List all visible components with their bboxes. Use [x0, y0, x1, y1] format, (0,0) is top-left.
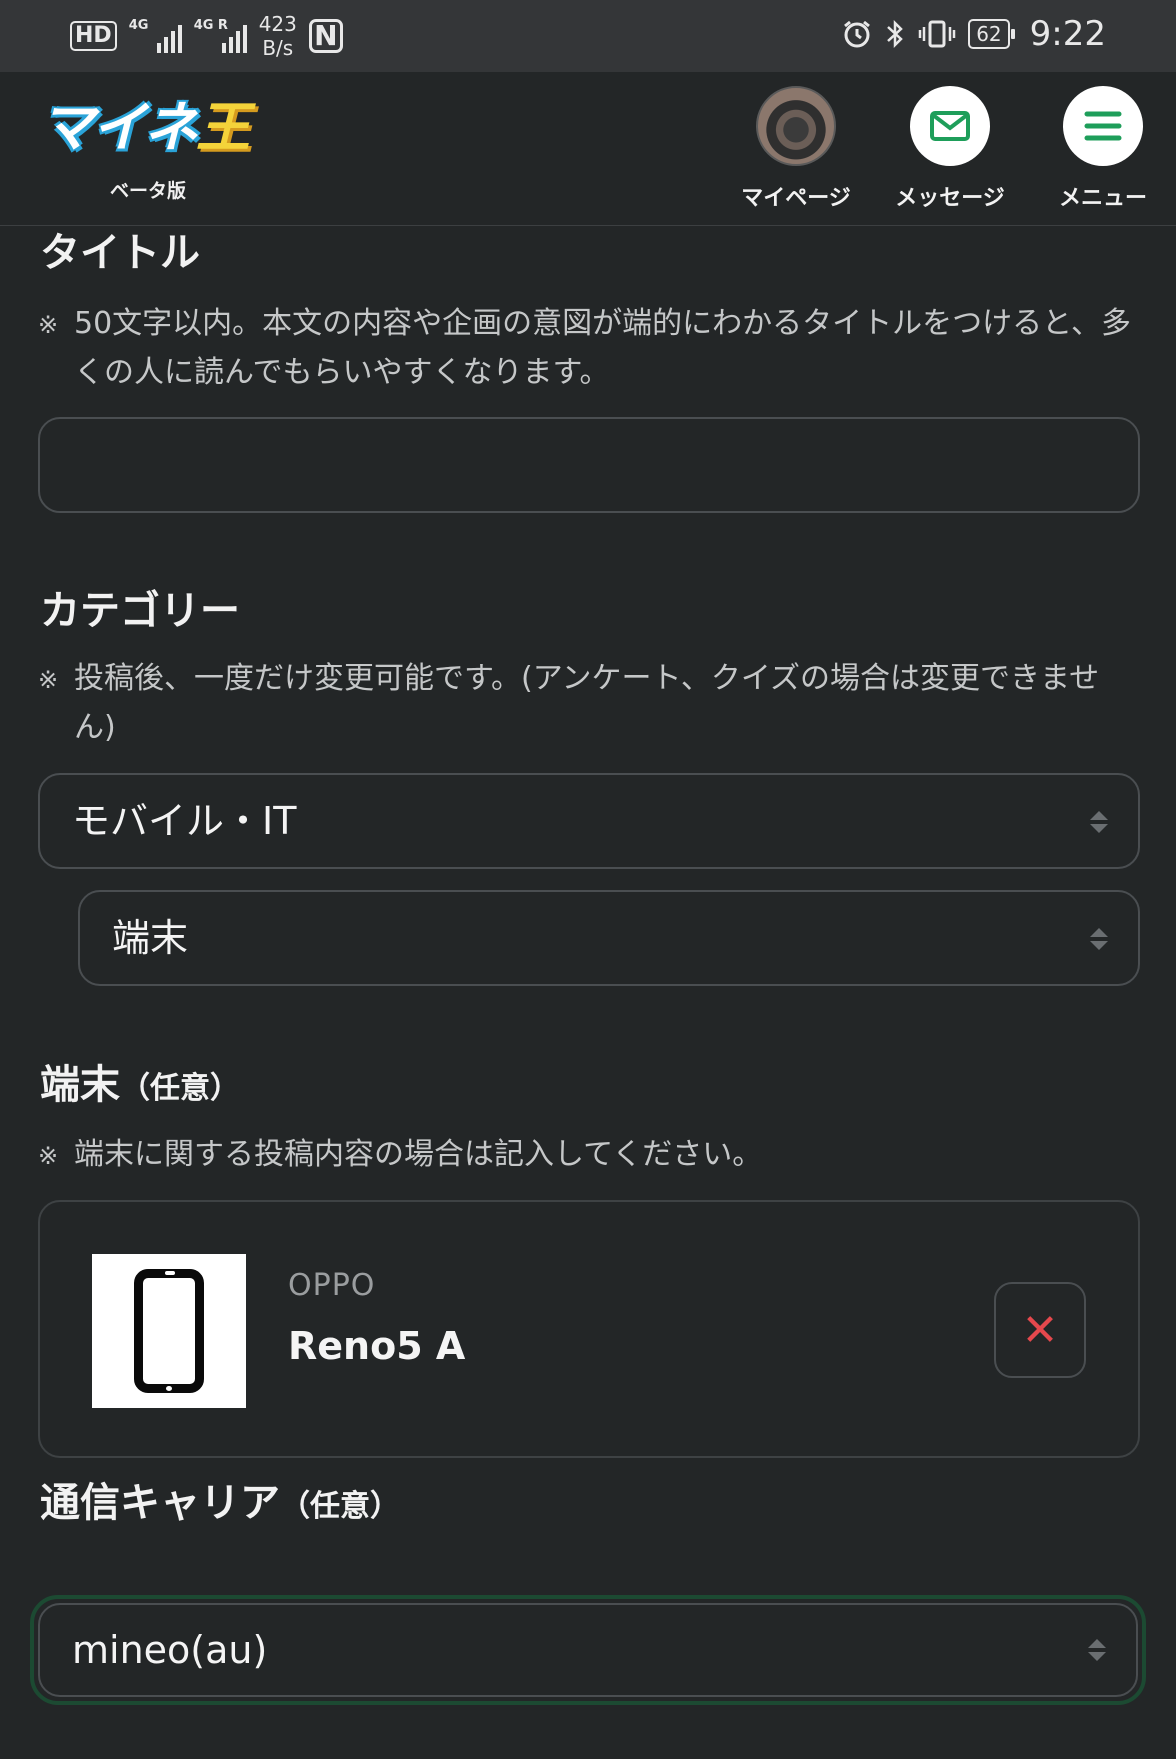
title-heading: タイトル	[40, 230, 200, 276]
nav-messages[interactable]: メッセージ	[885, 86, 1015, 212]
logo-wordmark: マイネ王	[40, 96, 260, 160]
network-type-label: 4G R	[193, 18, 228, 33]
logo-text: マイネ	[40, 96, 198, 159]
site-header: マイネ王 ベータ版 マイページ メッセージ メニュー	[0, 72, 1176, 226]
nav-menu[interactable]: メニュー	[1038, 86, 1168, 212]
nav-menu-label: メニュー	[1058, 186, 1147, 211]
alarm-icon	[844, 20, 871, 48]
carrier-heading-text: 通信キャリア	[40, 1480, 280, 1526]
bluetooth-icon	[887, 19, 903, 49]
battery-icon: 62	[968, 19, 1016, 49]
network-speed-value: 423	[258, 12, 297, 36]
carrier-heading-optional: （任意）	[280, 1489, 400, 1524]
device-name: Reno5 A	[288, 1324, 466, 1368]
subcategory-select-value: 端末	[112, 916, 189, 960]
network-speed-unit: B/s	[262, 36, 294, 60]
subcategory-select[interactable]: 端末	[78, 890, 1140, 986]
note-mark: ※	[38, 1142, 59, 1170]
signal-icon: 4G	[129, 19, 182, 53]
carrier-heading: 通信キャリア（任意）	[40, 1470, 400, 1528]
category-note: ※ 投稿後、一度だけ変更可能です。(アンケート、クイズの場合は変更できません)	[38, 655, 1138, 752]
site-logo[interactable]: マイネ王 ベータ版	[40, 96, 260, 206]
network-speed: 423 B/s	[259, 12, 297, 60]
device-heading-optional: （任意）	[120, 1071, 240, 1106]
carrier-select-value: mineo(au)	[72, 1628, 268, 1672]
nav-mypage[interactable]: マイページ	[731, 86, 861, 212]
device-note: ※ 端末に関する投稿内容の場合は記入してください。	[38, 1131, 1138, 1180]
device-note-text: 端末に関する投稿内容の場合は記入してください。	[74, 1137, 763, 1172]
nav-messages-label: メッセージ	[895, 186, 1005, 211]
logo-accent: 王	[196, 96, 250, 159]
hd-indicator: HD	[70, 21, 117, 51]
select-arrows-icon	[1090, 928, 1108, 950]
remove-device-button[interactable]: ✕	[994, 1282, 1086, 1378]
vibrate-icon	[918, 20, 956, 48]
device-heading-text: 端末	[40, 1062, 120, 1108]
device-maker: OPPO	[288, 1268, 376, 1303]
smartphone-icon	[134, 1269, 204, 1393]
select-arrows-icon	[1090, 811, 1108, 833]
nfc-icon: N	[308, 19, 343, 53]
clock-time: 9:22	[1029, 14, 1106, 54]
device-heading: 端末（任意）	[40, 1052, 240, 1110]
category-select-value: モバイル・IT	[72, 799, 297, 843]
carrier-select[interactable]: mineo(au)	[38, 1603, 1138, 1697]
hamburger-menu-icon[interactable]	[1063, 86, 1143, 166]
note-mark: ※	[38, 666, 59, 694]
carrier-select-focus-ring: mineo(au)	[30, 1595, 1146, 1705]
category-note-text: 投稿後、一度だけ変更可能です。(アンケート、クイズの場合は変更できません)	[74, 661, 1100, 745]
close-icon: ✕	[1021, 1304, 1059, 1356]
note-mark: ※	[38, 311, 59, 339]
status-bar: HD 4G 4G R 423 B/s N 62 9:22	[0, 0, 1176, 72]
select-arrows-icon	[1088, 1639, 1106, 1661]
signal-icon: 4G R	[194, 19, 247, 53]
logo-beta-label: ベータ版	[110, 180, 187, 202]
title-note: ※ 50文字以内。本文の内容や企画の意図が端的にわかるタイトルをつけると、多くの人…	[38, 300, 1138, 397]
category-select[interactable]: モバイル・IT	[38, 773, 1140, 869]
category-heading: カテゴリー	[40, 588, 240, 634]
device-image	[92, 1254, 246, 1408]
nav-mypage-label: マイページ	[741, 186, 851, 211]
mail-icon[interactable]	[910, 86, 990, 166]
selected-device-card: OPPO Reno5 A ✕	[38, 1200, 1140, 1458]
title-input[interactable]	[38, 417, 1140, 513]
network-type-label: 4G	[128, 18, 149, 33]
avatar[interactable]	[756, 86, 836, 166]
title-note-text: 50文字以内。本文の内容や企画の意図が端的にわかるタイトルをつけると、多くの人に…	[74, 306, 1131, 390]
